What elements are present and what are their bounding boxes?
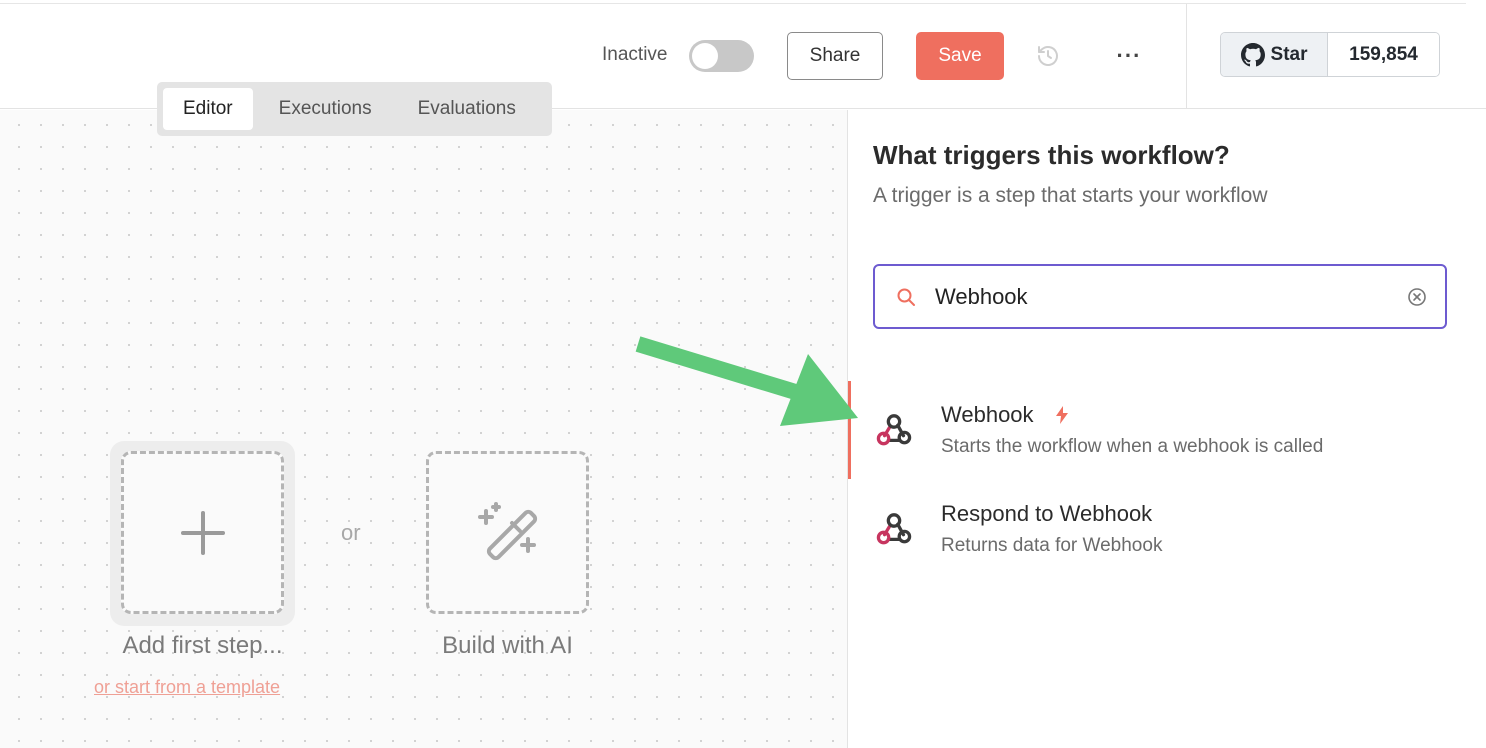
top-divider (0, 3, 1466, 4)
or-separator: or (341, 520, 361, 545)
add-first-step-label: Add first step... (122, 632, 283, 659)
plus-icon (180, 510, 225, 555)
clear-search-icon[interactable] (1407, 287, 1427, 307)
bolt-icon (1056, 406, 1068, 424)
search-icon (897, 288, 915, 306)
panel-title: What triggers this workflow? (873, 140, 1230, 170)
annotation-arrow (635, 336, 858, 426)
build-with-ai-button[interactable] (426, 451, 589, 614)
webhook-icon (876, 414, 912, 446)
result-item-respond-to-webhook[interactable]: Respond to Webhook Returns data for Webh… (848, 480, 1466, 576)
github-icon (1240, 42, 1265, 66)
result-title: Webhook (941, 402, 1034, 427)
workflow-status-label: Inactive (602, 44, 668, 65)
panel-subtitle: A trigger is a step that starts your wor… (873, 184, 1268, 207)
webhook-icon (876, 513, 912, 545)
result-description: Starts the workflow when a webhook is ca… (941, 436, 1324, 457)
add-first-step-button[interactable] (121, 451, 284, 614)
more-options-icon[interactable]: ··· (1114, 42, 1144, 70)
result-description: Returns data for Webhook (941, 535, 1163, 556)
search-input[interactable] (935, 280, 1385, 314)
header-divider (1186, 4, 1187, 109)
start-from-template-link[interactable]: or start from a template (94, 677, 280, 698)
toggle-knob (692, 43, 718, 69)
history-icon[interactable] (1036, 44, 1060, 68)
active-toggle[interactable] (689, 40, 754, 72)
github-star-widget: Star 159,854 (1220, 32, 1440, 77)
tab-evaluations[interactable]: Evaluations (398, 88, 536, 130)
save-button[interactable]: Save (916, 32, 1004, 80)
github-star-button[interactable]: Star (1221, 33, 1328, 76)
search-box (873, 264, 1447, 329)
view-tabs: Editor Executions Evaluations (157, 82, 552, 136)
result-item-webhook[interactable]: Webhook Starts the workflow when a webho… (848, 381, 1466, 479)
share-button[interactable]: Share (787, 32, 883, 80)
magic-wand-icon (477, 501, 537, 560)
github-star-count[interactable]: 159,854 (1328, 33, 1439, 76)
result-title: Respond to Webhook (941, 501, 1153, 526)
github-star-label: Star (1270, 43, 1308, 65)
tab-executions[interactable]: Executions (259, 88, 392, 130)
build-with-ai-label: Build with AI (442, 632, 573, 659)
tab-editor[interactable]: Editor (163, 88, 253, 130)
